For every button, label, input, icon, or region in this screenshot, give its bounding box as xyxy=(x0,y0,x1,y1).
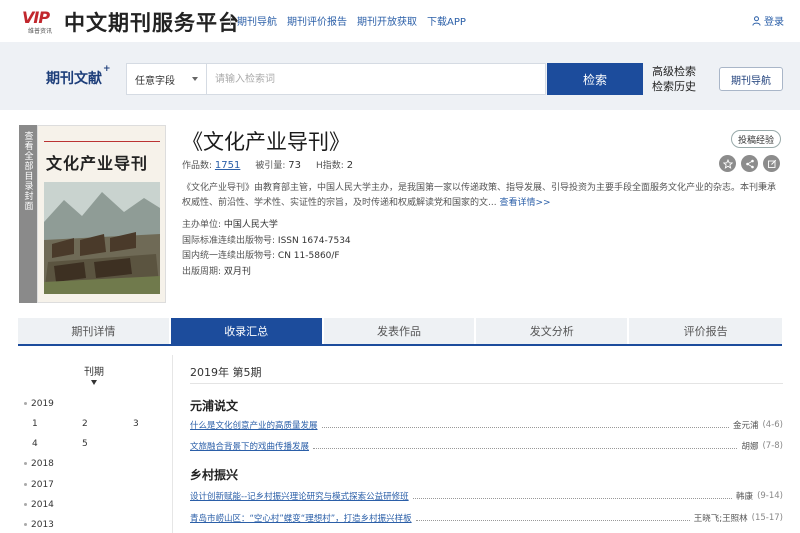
caret-down-icon xyxy=(91,380,97,385)
article-title-link[interactable]: 什么是文化创意产业的高质量发展 xyxy=(190,419,318,431)
panel-divider xyxy=(172,355,173,533)
nav-separator xyxy=(230,14,231,26)
logo-subtitle: 维普资讯 xyxy=(28,28,53,35)
bullet-icon xyxy=(24,523,27,526)
bullet-icon xyxy=(24,503,27,506)
leader-dots xyxy=(415,515,690,521)
article-pages: (9-14) xyxy=(757,491,783,501)
search-links: 高级检索 检索历史 xyxy=(652,64,696,94)
bullet-icon xyxy=(24,402,27,405)
user-icon xyxy=(752,15,761,26)
leader-dots xyxy=(412,493,733,499)
login-label: 登录 xyxy=(764,17,784,28)
issue-divider xyxy=(190,383,783,384)
issue-link[interactable]: 2 xyxy=(82,419,88,429)
article-pages: (4-6) xyxy=(762,420,783,430)
nav-evaluation-report[interactable]: 期刊评价报告 xyxy=(287,13,347,28)
meta-cn: 国内统一连续出版物号: CN 11-5860/F xyxy=(182,251,340,261)
search-box: 任意字段 xyxy=(126,63,546,95)
cover-photo xyxy=(44,182,160,294)
current-issue-label: 2019年 第5期 xyxy=(190,366,262,379)
article-author[interactable]: 胡娜 xyxy=(741,440,758,452)
top-bar: VIP 维普资讯 中文期刊服务平台 期刊导航 期刊评价报告 期刊开放获取 下载A… xyxy=(0,0,800,42)
site-title: 中文期刊服务平台 xyxy=(64,11,240,35)
article-row: 设计创新赋能--记乡村振兴理论研究与模式探索公益研修班 韩康 (9-14) xyxy=(190,490,783,502)
works-count: 作品数: 1751 xyxy=(182,160,241,171)
article-row: 什么是文化创意产业的高质量发展 金元浦 (4-6) xyxy=(190,419,783,431)
journal-actions xyxy=(714,155,780,172)
year-2013[interactable]: 2013 xyxy=(24,520,54,530)
journal-meta: 主办单位: 中国人民大学 国际标准连续出版物号: ISSN 1674-7534 … xyxy=(182,218,351,280)
issue-link[interactable]: 4 xyxy=(32,439,38,449)
cover-top-rule xyxy=(44,132,160,142)
chevron-down-icon xyxy=(192,77,198,81)
meta-frequency: 出版周期: 双月刊 xyxy=(182,266,251,277)
submission-experience-button[interactable]: 投稿经验 xyxy=(731,130,781,148)
advanced-search-link[interactable]: 高级检索 xyxy=(652,64,696,79)
section-title: 元浦说文 xyxy=(190,399,239,413)
article-author[interactable]: 王晓飞;王照林 xyxy=(694,512,748,524)
article-author[interactable]: 韩康 xyxy=(736,490,753,502)
section-title: 乡村振兴 xyxy=(190,468,239,482)
article-pages: (7-8) xyxy=(762,441,783,451)
cover-title: 文化产业导刊 xyxy=(46,154,149,173)
nav-journal-guide[interactable]: 期刊导航 xyxy=(237,13,277,28)
favorite-star-icon[interactable] xyxy=(719,155,736,172)
view-details-link[interactable]: 查看详情>> xyxy=(499,198,550,208)
nav-open-access[interactable]: 期刊开放获取 xyxy=(357,13,417,28)
logo[interactable]: VIP 维普资讯 xyxy=(22,8,58,35)
issue-link[interactable]: 5 xyxy=(82,439,88,449)
year-2019[interactable]: 2019 xyxy=(24,399,54,409)
description-text: 《文化产业导刊》由教育部主管，中国人民大学主办，是我国第一家以传递政策、指导发展… xyxy=(182,183,777,208)
edit-icon[interactable] xyxy=(763,155,780,172)
journal-guide-button[interactable]: 期刊导航 xyxy=(719,67,783,91)
journal-stats: 作品数: 1751 被引量: 73 H指数: 2 xyxy=(182,158,368,171)
journal-cover[interactable]: 查看全部目录封面 文化产业导刊 xyxy=(19,125,166,303)
article-author[interactable]: 金元浦 xyxy=(733,419,759,431)
logo-mark: VIP xyxy=(22,8,50,27)
article-title-link[interactable]: 设计创新赋能--记乡村振兴理论研究与模式探索公益研修班 xyxy=(190,490,409,502)
view-all-covers-strip[interactable]: 查看全部目录封面 xyxy=(19,125,37,303)
share-icon[interactable] xyxy=(741,155,758,172)
login-link[interactable]: 登录 xyxy=(752,13,784,28)
tab-collection-summary[interactable]: 收录汇总 xyxy=(170,318,324,344)
journal-description: 《文化产业导刊》由教育部主管，中国人民大学主办，是我国第一家以传递政策、指导发展… xyxy=(182,181,784,211)
search-brand: 期刊文献+ xyxy=(46,64,111,87)
issue-link[interactable]: 3 xyxy=(133,419,139,429)
issue-link[interactable]: 1 xyxy=(32,419,38,429)
bullet-icon xyxy=(24,483,27,486)
h-index: H指数: 2 xyxy=(316,160,354,171)
search-button[interactable]: 检索 xyxy=(547,63,643,95)
meta-issn: 国际标准连续出版物号: ISSN 1674-7534 xyxy=(182,235,351,246)
meta-sponsor: 主办单位: 中国人民大学 xyxy=(182,220,278,230)
cited-count: 被引量: 73 xyxy=(255,160,302,171)
tab-journal-details[interactable]: 期刊详情 xyxy=(18,318,171,344)
search-field-select[interactable]: 任意字段 xyxy=(127,64,207,94)
tab-published-works[interactable]: 发表作品 xyxy=(323,318,477,344)
works-count-link[interactable]: 1751 xyxy=(215,160,240,171)
search-history-link[interactable]: 检索历史 xyxy=(652,79,696,94)
tab-publication-analysis[interactable]: 发文分析 xyxy=(476,318,630,344)
article-title-link[interactable]: 青岛市崂山区：“空心村”蝶变“理想村”，打造乡村振兴样板 xyxy=(190,512,412,524)
article-row: 文旅融合背景下的戏曲传播发展 胡娜 (7-8) xyxy=(190,440,783,452)
issue-panel-heading: 刊期 xyxy=(18,363,170,385)
leader-dots xyxy=(321,422,729,428)
cover-image: 文化产业导刊 xyxy=(37,125,166,303)
bullet-icon xyxy=(24,462,27,465)
nav-download-app[interactable]: 下载APP xyxy=(427,13,466,28)
journal-tabs: 期刊详情 收录汇总 发表作品 发文分析 评价报告 xyxy=(18,318,782,346)
article-pages: (15-17) xyxy=(751,513,783,523)
year-2017[interactable]: 2017 xyxy=(24,480,54,490)
issue-panel: 刊期 2019 1 2 3 4 5 2018 2017 2014 2013 xyxy=(18,355,170,533)
article-title-link[interactable]: 文旅融合背景下的戏曲传播发展 xyxy=(190,440,309,452)
leader-dots xyxy=(313,443,738,449)
year-2014[interactable]: 2014 xyxy=(24,500,54,510)
search-field-value: 任意字段 xyxy=(135,75,175,87)
year-2018[interactable]: 2018 xyxy=(24,459,54,469)
tab-evaluation-report[interactable]: 评价报告 xyxy=(629,318,782,344)
article-row: 青岛市崂山区：“空心村”蝶变“理想村”，打造乡村振兴样板 王晓飞;王照林 (15… xyxy=(190,512,783,524)
search-input[interactable] xyxy=(207,64,545,94)
journal-title: 《文化产业导刊》 xyxy=(182,130,350,154)
top-nav: 期刊导航 期刊评价报告 期刊开放获取 下载APP xyxy=(230,13,476,28)
